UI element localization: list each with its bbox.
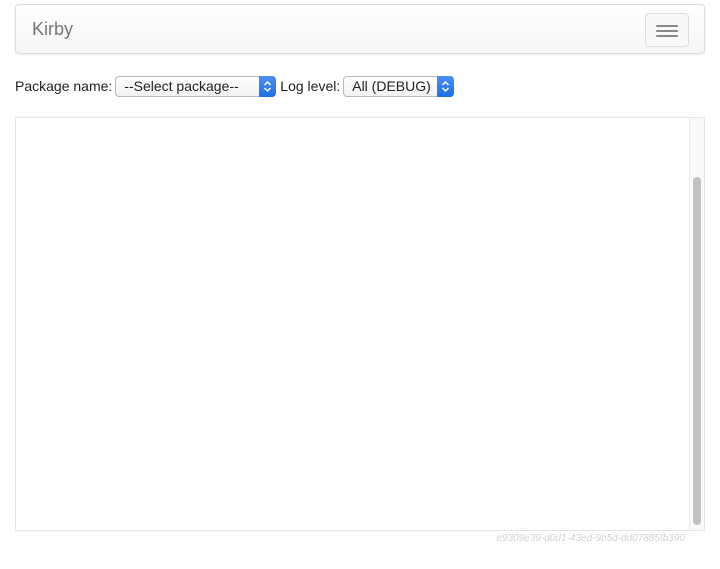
package-select-value: --Select package-- (124, 77, 239, 94)
log-scrollbar-thumb[interactable] (693, 177, 701, 525)
hamburger-menu-icon-bar (656, 35, 678, 37)
navbar: Kirby (15, 4, 705, 54)
select-arrows-icon (437, 75, 455, 97)
log-output-panel[interactable] (15, 117, 705, 531)
session-id-text: e9309e39-d0d1-43ed-9b5d-dd07885fb390 (496, 533, 685, 544)
log-level-select-value: All (DEBUG) (352, 77, 431, 94)
select-arrows-icon (259, 75, 277, 97)
package-select[interactable]: --Select package-- (115, 75, 277, 97)
log-filter-controls: Package name: --Select package-- Log lev… (15, 75, 458, 97)
log-level-label: Log level: (280, 78, 341, 94)
log-scrollbar[interactable] (689, 118, 704, 530)
log-level-select[interactable]: All (DEBUG) (343, 75, 455, 97)
brand-link[interactable]: Kirby (32, 19, 73, 40)
hamburger-menu-icon (656, 25, 678, 27)
package-name-label: Package name: (15, 78, 113, 94)
navbar-toggle-button[interactable] (645, 13, 689, 47)
hamburger-menu-icon-bar (656, 30, 678, 32)
